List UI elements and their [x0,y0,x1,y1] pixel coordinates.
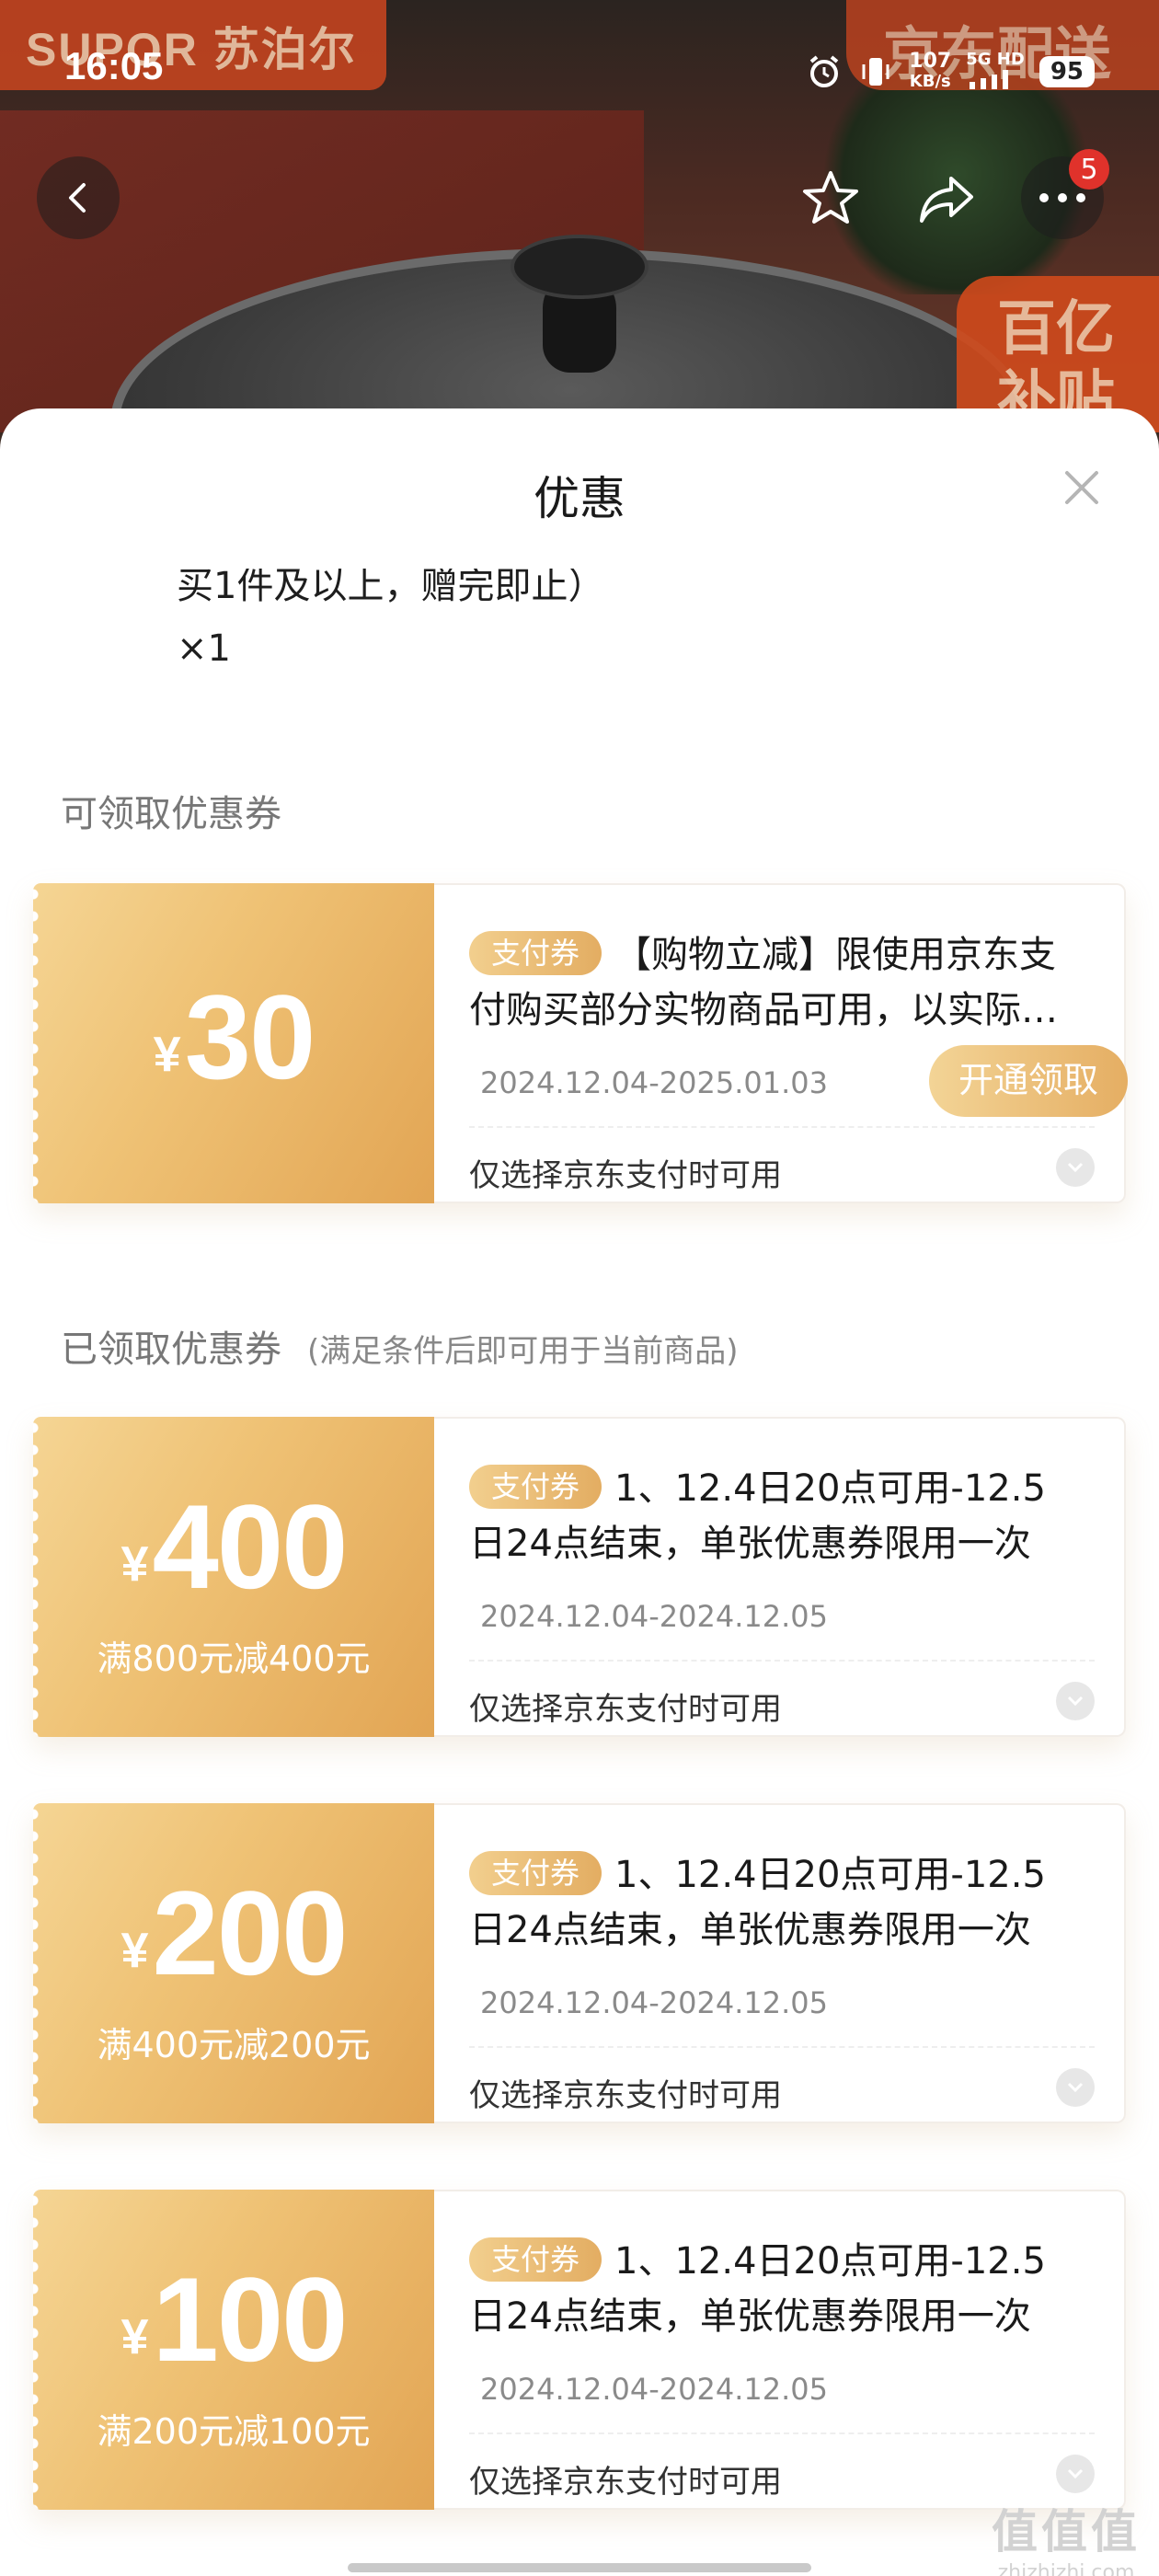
back-button[interactable] [37,156,120,239]
coupon-card[interactable]: ¥400 满800元减400元 支付券 1、12.4日20点可用-12.5日24点… [33,1417,1126,1737]
claimed-coupons-title: 已领取优惠券 (满足条件后即可用于当前商品) [61,1328,739,1371]
coupon-usage-limit: 仅选择京东支付时可用 [469,1157,782,1194]
coupon-value-panel: ¥100 满200元减100元 [33,2190,434,2510]
claimed-coupons-note: (满足条件后即可用于当前商品) [307,1333,739,1370]
coupon-divider [469,1660,1095,1662]
payment-coupon-tag: 支付券 [469,2237,602,2282]
coupon-usage-limit: 仅选择京东支付时可用 [469,2464,782,2501]
gift-quantity: ×1 [177,627,231,670]
close-x-icon [1065,471,1098,504]
expand-details-button[interactable] [1056,2455,1095,2493]
gift-description: 买1件及以上，赠完即止） [177,565,605,607]
site-watermark: 值值值 zhizhizhi.com [992,2505,1141,2576]
coupon-info-panel: 支付券 1、12.4日20点可用-12.5日24点结束，单张优惠券限用一次 202… [434,2190,1126,2510]
coupon-value-panel: ¥200 满400元减200元 [33,1803,434,2123]
coupon-condition: 满400元减200元 [97,2025,371,2065]
coupon-card[interactable]: ¥30 支付券【购物立减】限使用京东支付购买部分实物商品可用，以实际结算为准 2… [33,883,1128,1203]
payment-coupon-tag: 支付券 [469,931,602,975]
coupon-date-range: 2024.12.04-2024.12.05 [480,2372,828,2407]
chevron-down-icon [1067,2468,1084,2479]
coupon-divider [469,1126,1095,1128]
coupon-value-panel: ¥400 满800元减400元 [33,1417,434,1737]
coupon-date-range: 2024.12.04-2025.01.03 [480,1065,828,1100]
coupon-info-panel: 支付券 1、12.4日20点可用-12.5日24点结束，单张优惠券限用一次 202… [434,1417,1126,1737]
coupon-amount: ¥400 [120,1479,349,1614]
more-dots-icon [1039,193,1085,202]
network-type: 5G HD [966,50,1025,94]
payment-coupon-tag: 支付券 [469,1851,602,1895]
coupon-amount: ¥30 [153,970,316,1104]
home-indicator[interactable] [348,2563,811,2572]
status-bar: 16:05 107 KB/s 5G HD 95 [0,0,1159,138]
coupon-description: 支付券 1、12.4日20点可用-12.5日24点结束，单张优惠券限用一次 [469,1847,1058,1958]
coupon-description: 支付券 1、12.4日20点可用-12.5日24点结束，单张优惠券限用一次 [469,2234,1058,2344]
coupon-value-panel: ¥30 [33,883,434,1203]
lid-knob [511,235,648,382]
sheet-title: 优惠 [534,472,625,525]
coupon-condition: 满200元减100元 [97,2411,371,2452]
coupon-divider [469,2432,1095,2434]
chevron-down-icon [1067,1162,1084,1173]
coupon-condition: 满800元减400元 [97,1639,371,1679]
coupon-usage-limit: 仅选择京东支付时可用 [469,1691,782,1728]
coupon-date-range: 2024.12.04-2024.12.05 [480,1985,828,2020]
coupon-description: 支付券 1、12.4日20点可用-12.5日24点结束，单张优惠券限用一次 [469,1461,1058,1571]
coupon-divider [469,2046,1095,2048]
net-speed: 107 KB/s [909,50,952,92]
expand-details-button[interactable] [1056,1682,1095,1720]
star-outline-icon [803,171,858,224]
signal-bars-icon [970,69,1009,89]
claim-coupon-button[interactable]: 开通领取 [929,1045,1128,1117]
status-time: 16:05 [64,44,164,87]
coupon-usage-limit: 仅选择京东支付时可用 [469,2077,782,2114]
coupon-card[interactable]: ¥200 满400元减200元 支付券 1、12.4日20点可用-12.5日24点… [33,1803,1126,2123]
expand-details-button[interactable] [1056,1148,1095,1187]
payment-coupon-tag: 支付券 [469,1465,602,1509]
expand-details-button[interactable] [1056,2068,1095,2107]
vibrate-icon [862,58,889,86]
coupon-card[interactable]: ¥100 满200元减100元 支付券 1、12.4日20点可用-12.5日24点… [33,2190,1126,2510]
share-button[interactable] [905,156,988,239]
favorite-button[interactable] [789,156,872,239]
status-icons: 107 KB/s 5G HD 95 [806,44,1095,99]
promotion-sheet: 优惠 买1件及以上，赠完即止） ×1 可领取优惠券 ¥30 支付券 【购物立减】限… [0,408,1159,2576]
coupon-info-panel: 支付券 1、12.4日20点可用-12.5日24点结束，单张优惠券限用一次 202… [434,1803,1126,2123]
share-arrow-icon [920,177,973,223]
alarm-clock-icon [810,55,839,87]
more-button[interactable]: 5 [1021,149,1109,239]
chevron-down-icon [1067,1696,1084,1707]
coupon-date-range: 2024.12.04-2024.12.05 [480,1599,828,1634]
notification-badge: 5 [1069,149,1109,190]
chevron-down-icon [1067,2082,1084,2093]
chevron-left-icon [69,183,86,213]
battery-level: 95 [1039,56,1095,87]
available-coupons-title: 可领取优惠券 [61,793,281,835]
coupon-amount: ¥100 [120,2252,349,2386]
close-button[interactable] [1058,464,1106,512]
coupon-amount: ¥200 [120,1866,349,2000]
coupon-info-panel: 支付券【购物立减】限使用京东支付购买部分实物商品可用，以实际结算为准 2024.… [434,883,1128,1203]
coupon-description: 支付券【购物立减】限使用京东支付购买部分实物商品可用，以实际结算为准 [469,927,1058,1038]
